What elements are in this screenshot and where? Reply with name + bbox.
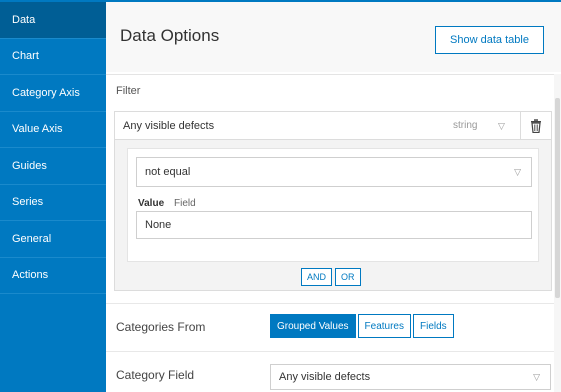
features-button[interactable]: Features <box>357 314 411 338</box>
operator-select[interactable]: not equal ▽ <box>136 157 532 187</box>
page-title: Data Options <box>120 26 220 45</box>
sidebar-item-value-axis[interactable]: Value Axis <box>0 112 106 148</box>
tab-value[interactable]: Value <box>138 198 164 209</box>
or-button[interactable]: OR <box>335 268 361 286</box>
filter-label: Filter <box>116 85 141 97</box>
filter-value-input[interactable]: None <box>136 211 532 239</box>
categories-from-row: Categories From Grouped Values Features … <box>106 303 554 345</box>
sidebar-item-label: Guides <box>12 159 47 172</box>
sidebar-item-label: Actions <box>12 269 49 282</box>
logic-buttons: AND OR <box>301 268 361 286</box>
sidebar-item-label: General <box>12 232 52 245</box>
and-button[interactable]: AND <box>301 268 333 286</box>
category-field-select[interactable]: Any visible defects ▽ <box>270 364 551 390</box>
filter-field-type: string <box>453 120 478 131</box>
main-panel: Data Options Show data table Filter Any … <box>106 2 561 392</box>
sidebar: Data Chart Category Axis Value Axis Guid… <box>0 2 106 392</box>
sidebar-item-data[interactable]: Data <box>0 2 106 39</box>
sidebar-item-actions[interactable]: Actions <box>0 258 106 294</box>
show-data-table-button[interactable]: Show data table <box>435 26 544 54</box>
sidebar-item-guides[interactable]: Guides <box>0 148 106 185</box>
sidebar-item-label: Data <box>12 13 36 26</box>
chevron-down-icon: ▽ <box>498 121 505 131</box>
filter-expression: not equal ▽ Value Field None <box>127 148 539 262</box>
filter-field-select[interactable]: Any visible defects string ▽ <box>115 112 551 140</box>
sidebar-item-label: Category Axis <box>12 86 80 99</box>
panel-header: Data Options Show data table <box>106 2 561 72</box>
sidebar-item-series[interactable]: Series <box>0 185 106 221</box>
sidebar-item-category-axis[interactable]: Category Axis <box>0 75 106 112</box>
scrollbar-thumb[interactable] <box>555 98 560 298</box>
sidebar-item-label: Chart <box>12 50 39 63</box>
category-field-row: Category Field Any visible defects ▽ <box>106 351 554 392</box>
grouped-values-button[interactable]: Grouped Values <box>270 314 356 338</box>
categories-from-label: Categories From <box>116 320 206 334</box>
category-field-label: Category Field <box>116 368 195 382</box>
chevron-down-icon: ▽ <box>533 372 540 382</box>
category-field-value: Any visible defects <box>279 371 371 383</box>
chevron-down-icon: ▽ <box>514 167 521 177</box>
filter-section: Filter Any visible defects string ▽ not … <box>106 74 554 298</box>
trash-icon[interactable] <box>520 112 551 140</box>
operator-value: not equal <box>145 166 191 178</box>
sidebar-item-chart[interactable]: Chart <box>0 39 106 75</box>
trash-icon-svg <box>531 119 541 133</box>
fields-button[interactable]: Fields <box>413 314 454 338</box>
filter-value-text: None <box>145 219 172 231</box>
filter-field-name: Any visible defects <box>123 120 215 132</box>
sidebar-item-label: Series <box>12 196 44 209</box>
tab-field[interactable]: Field <box>174 198 196 209</box>
sidebar-item-general[interactable]: General <box>0 221 106 258</box>
filter-box: Any visible defects string ▽ not equal ▽… <box>114 111 552 291</box>
categories-from-toggle: Grouped Values Features Fields <box>270 314 454 338</box>
vertical-scrollbar[interactable] <box>554 74 561 392</box>
sidebar-item-label: Value Axis <box>12 123 63 136</box>
